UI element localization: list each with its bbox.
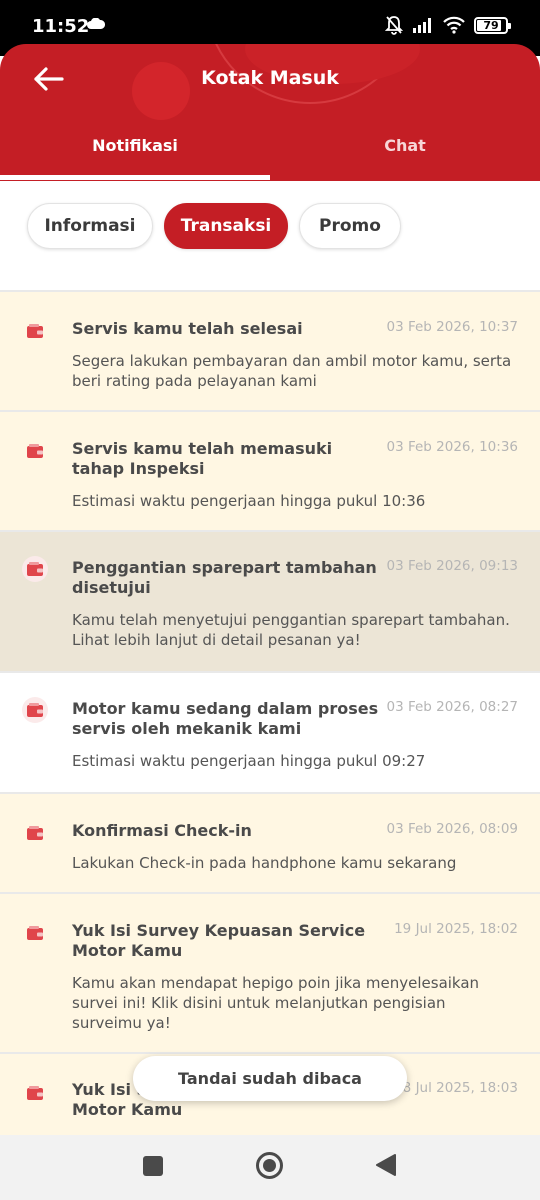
notification-item[interactable]: Konfirmasi Check-in 03 Feb 2026, 08:09 L… (0, 794, 540, 892)
notification-date: 03 Feb 2026, 08:09 (386, 821, 518, 837)
signal-icon (413, 18, 431, 33)
wallet-icon (22, 697, 48, 723)
wallet-icon (22, 820, 48, 846)
notification-date: 18 Jul 2025, 18:03 (394, 1080, 518, 1096)
battery-level: 79 (483, 18, 499, 32)
filter-chip-transaksi[interactable]: Transaksi (164, 203, 288, 249)
notification-item[interactable]: Servis kamu telah memasuki tahap Inspeks… (0, 412, 540, 530)
notification-date: 03 Feb 2026, 09:13 (386, 558, 518, 574)
wallet-icon (22, 1080, 48, 1106)
mark-all-read-button[interactable]: Tandai sudah dibaca (133, 1056, 407, 1101)
notification-desc: Segera lakukan pembayaran dan ambil moto… (72, 352, 512, 390)
notification-item[interactable]: Penggantian sparepart tambahan disetujui… (0, 532, 540, 671)
wallet-icon (22, 318, 48, 344)
notification-title: Penggantian sparepart tambahan disetujui (72, 558, 377, 597)
tab-chat[interactable]: Chat (270, 136, 540, 155)
notification-item[interactable]: Yuk Isi Survey Kepuasan Service Motor Ka… (0, 894, 540, 1052)
notification-desc: Estimasi waktu pengerjaan hingga pukul 0… (72, 752, 426, 770)
wallet-icon (22, 438, 48, 464)
bell-muted-icon (385, 16, 403, 35)
notification-date: 03 Feb 2026, 08:27 (386, 699, 518, 715)
notification-title: Motor kamu sedang dalam proses servis ol… (72, 699, 379, 738)
recents-icon[interactable] (143, 1156, 163, 1176)
filter-bar: Informasi Transaksi Promo (0, 181, 540, 290)
notification-desc: Kamu akan mendapat hepigo poin jika meny… (72, 974, 480, 1032)
filter-chip-promo[interactable]: Promo (299, 203, 401, 249)
filter-chip-informasi[interactable]: Informasi (27, 203, 153, 249)
wallet-icon (22, 556, 48, 582)
notification-desc: Kamu telah menyetujui penggantian sparep… (72, 611, 510, 649)
cloud-icon (87, 18, 105, 29)
notification-title: Servis kamu telah memasuki tahap Inspeks… (72, 439, 333, 478)
notification-date: 03 Feb 2026, 10:37 (386, 319, 518, 335)
notification-title: Servis kamu telah selesai (72, 319, 303, 338)
tab-notifikasi[interactable]: Notifikasi (0, 136, 270, 155)
notification-list[interactable]: Servis kamu telah selesai 03 Feb 2026, 1… (0, 290, 540, 1135)
notification-title: Yuk Isi Survey Kepuasan Service Motor Ka… (72, 921, 366, 960)
battery-icon: 79 (474, 16, 511, 34)
app-header: Kotak Masuk Notifikasi Chat (0, 44, 540, 181)
active-tab-indicator (0, 175, 270, 180)
notification-item[interactable]: Motor kamu sedang dalam proses servis ol… (0, 673, 540, 792)
wifi-icon (443, 16, 465, 34)
status-time: 11:52 (32, 16, 90, 37)
page-title: Kotak Masuk (201, 67, 339, 89)
notification-date: 19 Jul 2025, 18:02 (394, 921, 518, 937)
system-nav-bar (0, 1135, 540, 1200)
notification-desc: Lakukan Check-in pada handphone kamu sek… (72, 854, 457, 872)
home-icon[interactable] (255, 1151, 284, 1180)
notification-date: 03 Feb 2026, 10:36 (386, 439, 518, 455)
wallet-icon (22, 920, 48, 946)
notification-desc: Estimasi waktu pengerjaan hingga pukul 1… (72, 492, 426, 510)
notification-item[interactable]: Servis kamu telah selesai 03 Feb 2026, 1… (0, 292, 540, 410)
notification-title: Konfirmasi Check-in (72, 821, 252, 840)
back-triangle-icon[interactable] (375, 1153, 397, 1177)
